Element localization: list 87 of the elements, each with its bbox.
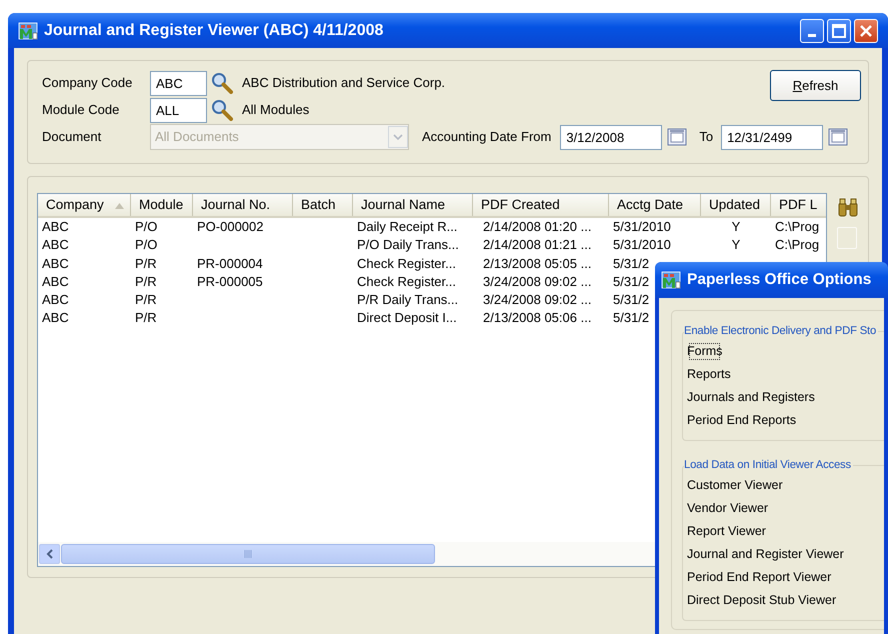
- table-cell: P/R: [135, 292, 157, 308]
- code-field[interactable]: ABC: [150, 70, 207, 96]
- column-header[interactable]: Batch: [293, 194, 353, 216]
- app-icon: [661, 271, 681, 289]
- refresh-button[interactable]: Refresh: [770, 70, 861, 101]
- column-header[interactable]: Company: [38, 194, 131, 216]
- binoculars-icon[interactable]: [837, 197, 859, 219]
- column-header[interactable]: Module: [131, 194, 193, 216]
- table-cell: PO-000002: [197, 219, 264, 234]
- table-cell: 3/24/2008 09:02 ...: [483, 274, 592, 289]
- table-cell: 2/13/2008 05:05 ...: [483, 256, 592, 271]
- search-icon[interactable]: [211, 72, 233, 94]
- table-cell: P/R: [135, 310, 157, 326]
- table-cell: ABC: [42, 274, 69, 289]
- column-header[interactable]: Journal Name: [353, 194, 473, 216]
- option-label[interactable]: Report Viewer: [686, 520, 767, 543]
- field-label: Company Code: [42, 74, 134, 92]
- maximize-button[interactable]: [827, 18, 851, 42]
- column-header[interactable]: Acctg Date: [609, 194, 701, 216]
- table-cell: Direct Deposit I...: [357, 310, 457, 326]
- date-field[interactable]: 12/31/2499: [721, 124, 824, 150]
- table-cell: P/R: [135, 274, 157, 289]
- field-label: To: [699, 128, 714, 146]
- table-cell: 2/13/2008 05:06 ...: [483, 310, 592, 326]
- table-cell: P/R: [135, 256, 157, 271]
- calendar-icon[interactable]: [667, 127, 688, 147]
- table-cell: C:\Prog: [775, 237, 820, 252]
- option-label[interactable]: Journal and Register Viewer: [686, 542, 845, 566]
- date-field[interactable]: 3/12/2008: [560, 124, 662, 150]
- scroll-thumb[interactable]: [61, 544, 435, 564]
- minimize-button[interactable]: [800, 18, 824, 42]
- calendar-icon[interactable]: [828, 127, 848, 147]
- sort-arrow-icon: [115, 203, 124, 209]
- table-cell: Y: [732, 219, 740, 234]
- table-cell: ABC: [42, 292, 69, 308]
- table-cell: ABC: [42, 310, 69, 326]
- field-label: Document: [42, 128, 102, 146]
- table-cell: 5/31/2010: [613, 237, 671, 252]
- table-cell: C:\Prog: [775, 219, 820, 234]
- minimize-icon: [808, 34, 816, 36]
- table-cell: PR-000004: [197, 256, 263, 271]
- option-label[interactable]: Customer Viewer: [686, 474, 784, 497]
- table-cell: Check Register...: [357, 256, 456, 271]
- scroll-left-button[interactable]: [39, 544, 60, 564]
- column-header[interactable]: Journal No.: [193, 194, 293, 216]
- search-icon[interactable]: [211, 99, 233, 121]
- option-label[interactable]: Forms: [686, 340, 724, 363]
- table-cell: 3/24/2008 09:02 ...: [483, 292, 592, 308]
- field-label: Module Code: [42, 101, 120, 120]
- table-cell: 2/14/2008 01:20 ...: [483, 219, 592, 234]
- grip-icon: [244, 550, 252, 558]
- option-label[interactable]: Period End Report Viewer: [686, 566, 832, 589]
- maximize-icon: [832, 24, 846, 38]
- table-cell: ABC: [42, 256, 69, 271]
- table-cell: Y: [732, 237, 740, 252]
- description-text: ABC Distribution and Service Corp.: [242, 74, 446, 92]
- table-cell: Daily Receipt R...: [357, 219, 458, 234]
- table-cell: P/O: [135, 219, 158, 234]
- table-cell: P/O: [135, 237, 158, 252]
- table-cell: P/O Daily Trans...: [357, 237, 459, 252]
- column-header[interactable]: PDF Created: [473, 194, 609, 216]
- column-header[interactable]: PDF L: [771, 194, 826, 216]
- table-cell: ABC: [42, 219, 69, 234]
- option-label[interactable]: Vendor Viewer: [686, 496, 770, 520]
- table-cell: 2/14/2008 01:21 ...: [483, 237, 592, 252]
- table-cell: Check Register...: [357, 274, 456, 289]
- table-cell: 5/31/2: [613, 274, 650, 289]
- option-label[interactable]: Direct Deposit Stub Viewer: [686, 588, 838, 612]
- table-cell: 5/31/2010: [613, 219, 671, 234]
- close-icon: [860, 24, 872, 36]
- close-button[interactable]: [854, 18, 878, 42]
- option-label[interactable]: Period End Reports: [686, 408, 798, 432]
- description-text: All Modules: [242, 101, 310, 120]
- table-cell: 5/31/2: [613, 256, 650, 271]
- field-label: Accounting Date From: [422, 128, 552, 146]
- table-cell: 5/31/2: [613, 292, 650, 308]
- dialog-title: Paperless Office Options: [687, 270, 872, 290]
- column-header[interactable]: Updated: [701, 194, 771, 216]
- table-cell: PR-000005: [197, 274, 263, 289]
- window-title: Journal and Register Viewer (ABC) 4/11/2008: [44, 20, 384, 40]
- table-cell: 5/31/2: [613, 310, 650, 326]
- code-field[interactable]: ALL: [150, 98, 207, 122]
- option-label[interactable]: Journals and Registers: [686, 386, 816, 409]
- table-cell: ABC: [42, 237, 69, 252]
- app-icon: [18, 22, 38, 40]
- table-cell: P/R Daily Trans...: [357, 292, 458, 308]
- option-label[interactable]: Reports: [686, 362, 732, 386]
